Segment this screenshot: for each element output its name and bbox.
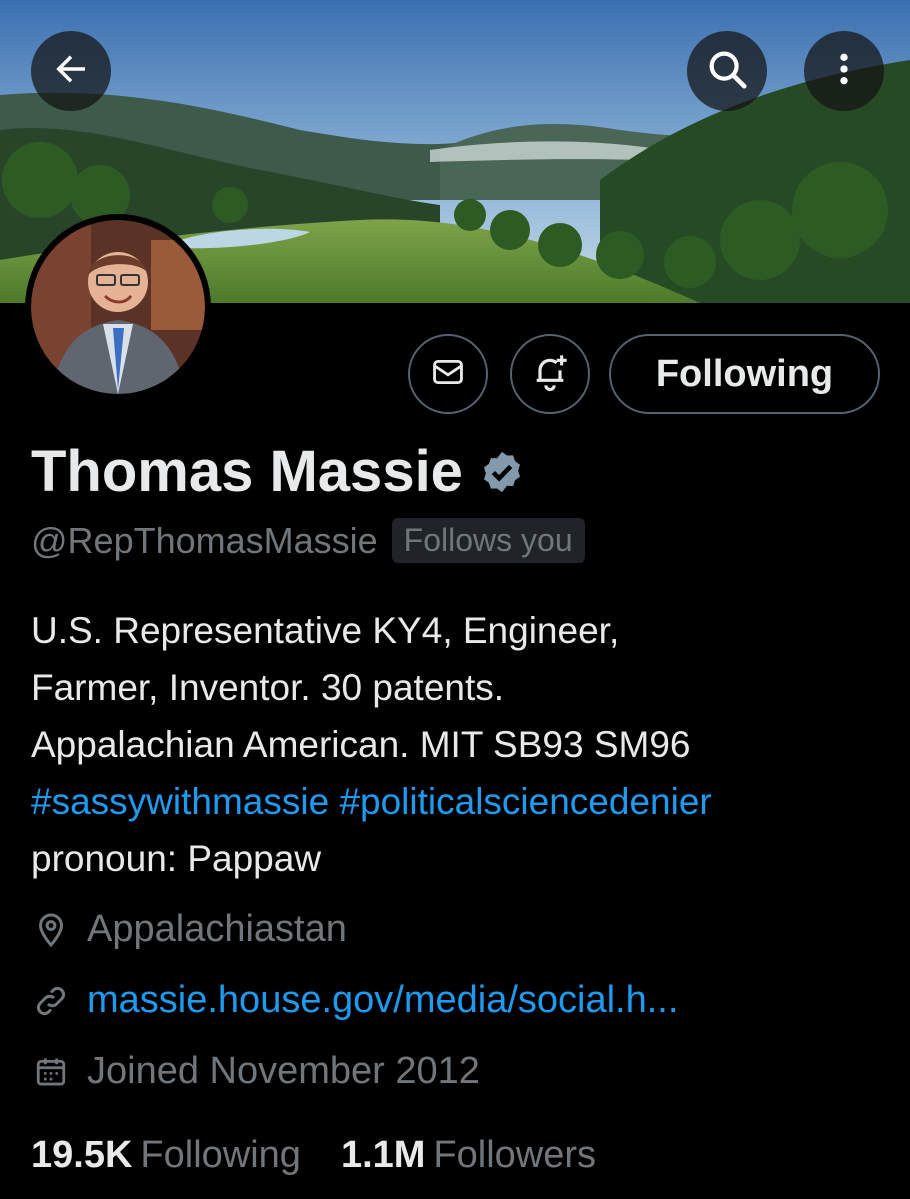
more-button[interactable] — [804, 31, 884, 111]
verified-badge-icon[interactable] — [479, 449, 525, 495]
profile-name: Thomas Massie — [31, 439, 463, 504]
followers-label: Followers — [433, 1134, 597, 1176]
following-label: Following — [140, 1134, 301, 1176]
follows-you-badge: Follows you — [391, 518, 585, 563]
calendar-icon — [31, 1052, 71, 1092]
avatar[interactable] — [25, 214, 211, 400]
envelope-icon — [431, 355, 465, 394]
more-vertical-icon — [824, 49, 864, 94]
arrow-left-icon — [50, 48, 92, 95]
website-link[interactable]: massie.house.gov/media/social.h... — [87, 979, 678, 1022]
location-text: Appalachiastan — [87, 908, 347, 950]
website-row: massie.house.gov/media/social.h... — [31, 979, 678, 1022]
hashtag-link[interactable]: #sassywithmassie — [31, 781, 329, 822]
search-button[interactable] — [687, 31, 767, 111]
following-count: 19.5K — [31, 1134, 133, 1176]
bio-hashtags: #sassywithmassie #politicalsciencedenier — [31, 773, 891, 830]
bio-line: U.S. Representative KY4, Engineer, — [31, 610, 620, 651]
bio-line: Appalachian American. MIT SB93 SM96 — [31, 724, 691, 765]
following-button[interactable]: Following — [609, 334, 880, 414]
profile-bio: U.S. Representative KY4, Engineer, Farme… — [31, 602, 891, 887]
followers-stat[interactable]: 1.1M Followers — [341, 1134, 596, 1177]
notify-button[interactable] — [510, 334, 590, 414]
followers-count: 1.1M — [340, 1134, 426, 1176]
search-icon — [704, 46, 750, 97]
link-icon — [31, 981, 71, 1021]
back-button[interactable] — [31, 31, 111, 111]
joined-text: Joined November 2012 — [87, 1050, 480, 1092]
following-stat[interactable]: 19.5K Following — [31, 1134, 301, 1177]
bio-line: pronoun: Pappaw — [31, 838, 322, 879]
profile-handle: @RepThomasMassie — [31, 519, 378, 561]
location-pin-icon — [31, 910, 71, 950]
message-button[interactable] — [408, 334, 488, 414]
handle-row: @RepThomasMassie Follows you — [31, 518, 585, 563]
follow-stats: 19.5K Following 1.1M Followers — [31, 1134, 596, 1177]
bell-plus-icon — [530, 352, 570, 397]
profile-name-row: Thomas Massie — [31, 438, 525, 505]
location-row: Appalachiastan — [31, 908, 347, 951]
joined-row: Joined November 2012 — [31, 1050, 480, 1093]
hashtag-link[interactable]: #politicalsciencedenier — [339, 781, 711, 822]
bio-line: Farmer, Inventor. 30 patents. — [31, 667, 505, 708]
